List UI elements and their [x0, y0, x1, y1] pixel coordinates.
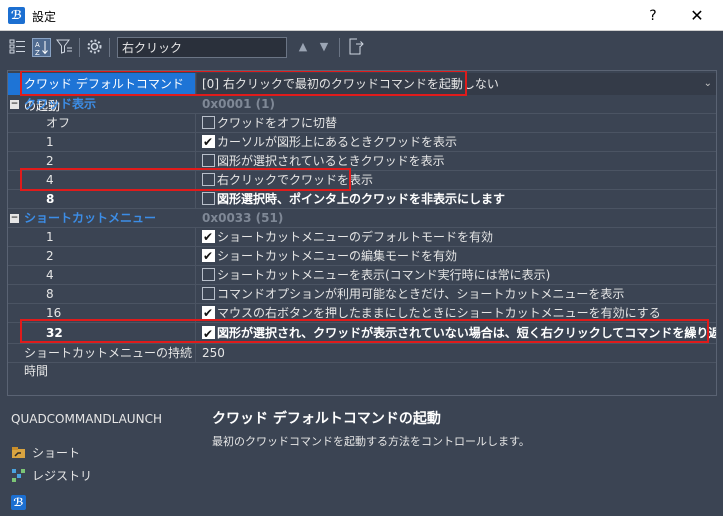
- property-value[interactable]: 250: [197, 344, 716, 362]
- category-label: クワッド表示: [24, 97, 97, 111]
- previous-result-icon[interactable]: ▲: [295, 39, 311, 55]
- option-label: マウスの右ボタンを押したままにしたときにショートカットメニューを有効にする: [217, 306, 661, 320]
- checkbox-checked[interactable]: [202, 228, 215, 246]
- variable-name: QUADCOMMANDLAUNCH: [11, 412, 162, 426]
- shortcut-option-row[interactable]: 32 図形が選択され、クワッドが表示されていない場合は、短く右クリックしてコマン…: [8, 323, 717, 344]
- checkbox-checked[interactable]: [202, 304, 215, 322]
- shortcut-option-row[interactable]: 1 ショートカットメニューのデフォルトモードを有効: [8, 228, 716, 247]
- category-value: 0x0033 (51): [202, 211, 284, 225]
- search-input[interactable]: [117, 37, 287, 58]
- shortcut-option-row[interactable]: 16 マウスの右ボタンを押したままにしたときにショートカットメニューを有効にする: [8, 304, 716, 323]
- next-result-icon[interactable]: ▼: [316, 39, 332, 55]
- checkbox[interactable]: [202, 154, 215, 167]
- shortcut-option-row[interactable]: 8 コマンドオプションが利用可能なときだけ、ショートカットメニューを表示: [8, 285, 716, 304]
- quad-option-row[interactable]: 4 右クリックでクワッドを表示: [8, 171, 716, 190]
- checkbox-checked[interactable]: [202, 133, 215, 151]
- app-link[interactable]: ℬ: [11, 490, 32, 510]
- registry-link[interactable]: レジストリ: [11, 467, 92, 485]
- option-label: ショートカットメニューを表示(コマンド実行時には常に表示): [217, 268, 551, 282]
- toolbar-separator: [339, 38, 340, 57]
- option-label: 図形が選択され、クワッドが表示されていない場合は、短く右クリックしてコマンドを繰…: [217, 326, 717, 340]
- property-name: クワッド デフォルトコマンドの起動: [8, 73, 196, 113]
- toolbar-separator: [109, 38, 110, 57]
- category-quad-display[interactable]: − クワッド表示 0x0001 (1): [8, 95, 716, 114]
- option-label: 右クリックでクワッドを表示: [217, 173, 374, 187]
- quad-option-row[interactable]: オフ クワッドをオフに切替: [8, 114, 716, 133]
- checkbox-checked[interactable]: [202, 247, 215, 265]
- alphabetical-sort-icon[interactable]: AZ: [32, 38, 51, 57]
- option-bit: 4: [8, 171, 196, 189]
- shortcut-link[interactable]: ショート: [11, 444, 80, 462]
- quad-option-row[interactable]: 8 図形選択時、ポインタ上のクワッドを非表示にします: [8, 190, 716, 209]
- property-grid: クワッド デフォルトコマンドの起動 [0] 右クリックで最初のクワッドコマンドを…: [7, 70, 717, 396]
- option-bit: 8: [8, 190, 196, 208]
- category-value: 0x0001 (1): [202, 97, 275, 111]
- option-label: コマンドオプションが利用可能なときだけ、ショートカットメニューを表示: [217, 287, 625, 301]
- category-shortcut-menu[interactable]: − ショートカットメニュー 0x0033 (51): [8, 209, 716, 228]
- property-value-dropdown[interactable]: [0] 右クリックで最初のクワッドコマンドを起動しない ⌄: [197, 73, 716, 95]
- registry-label: レジストリ: [32, 469, 93, 483]
- toolbar-separator: [79, 38, 80, 57]
- categorized-view-icon[interactable]: [8, 38, 27, 57]
- checkbox[interactable]: [202, 287, 215, 300]
- option-bit: 16: [8, 304, 196, 322]
- checkbox[interactable]: [202, 173, 215, 186]
- help-button[interactable]: ?: [640, 5, 666, 27]
- checkbox[interactable]: [202, 116, 215, 129]
- option-bit: 2: [8, 152, 196, 170]
- description-panel: QUADCOMMANDLAUNCH クワッド デフォルトコマンドの起動 最初のク…: [0, 396, 723, 516]
- shortcut-label: ショート: [32, 446, 81, 460]
- window-title: 設定: [32, 10, 57, 24]
- svg-text:A: A: [35, 41, 40, 49]
- title-bar: ℬ 設定 ? ✕: [0, 0, 723, 31]
- option-bit: 2: [8, 247, 196, 265]
- option-bit: 8: [8, 285, 196, 303]
- option-label: クワッドをオフに切替: [217, 116, 338, 130]
- shortcut-icon: [11, 445, 26, 460]
- filter-icon[interactable]: [55, 38, 74, 57]
- chevron-down-icon[interactable]: ⌄: [704, 73, 712, 95]
- shortcut-option-row[interactable]: 2 ショートカットメニューの編集モードを有効: [8, 247, 716, 266]
- app-logo-icon: ℬ: [8, 7, 25, 24]
- option-label: ショートカットメニューのデフォルトモードを有効: [217, 230, 494, 244]
- app-logo-icon: ℬ: [11, 495, 26, 510]
- description-title: クワッド デフォルトコマンドの起動: [212, 411, 441, 427]
- checkbox-checked[interactable]: [202, 324, 215, 344]
- dropdown-value: [0] 右クリックで最初のクワッドコマンドを起動しない: [202, 77, 499, 91]
- close-button[interactable]: ✕: [684, 5, 710, 27]
- option-bit: 1: [8, 133, 196, 151]
- option-bit: 4: [8, 266, 196, 284]
- quad-option-row[interactable]: 2 図形が選択されているときクワッドを表示: [8, 152, 716, 171]
- svg-text:Z: Z: [35, 49, 40, 56]
- option-label: ショートカットメニューの編集モードを有効: [217, 249, 458, 263]
- quad-default-command-row[interactable]: クワッド デフォルトコマンドの起動 [0] 右クリックで最初のクワッドコマンドを…: [8, 73, 716, 113]
- property-name: ショートカットメニューの持続時間: [8, 344, 196, 378]
- shortcut-duration-row[interactable]: ショートカットメニューの持続時間 250: [8, 344, 716, 378]
- category-label: ショートカットメニュー: [24, 211, 157, 225]
- registry-icon: [11, 468, 26, 483]
- description-text: 最初のクワッドコマンドを起動する方法をコントロールします。: [212, 435, 530, 448]
- option-label: 図形選択時、ポインタ上のクワッドを非表示にします: [217, 192, 506, 206]
- option-bit: オフ: [8, 114, 196, 132]
- checkbox[interactable]: [202, 192, 215, 205]
- option-label: 図形が選択されているときクワッドを表示: [217, 154, 445, 168]
- checkbox[interactable]: [202, 268, 215, 281]
- option-bit: 32: [8, 323, 196, 343]
- gear-icon[interactable]: [85, 38, 104, 57]
- toolbar: AZ ▲ ▼: [0, 31, 723, 64]
- quad-option-row[interactable]: 1 カーソルが図形上にあるときクワッドを表示: [8, 133, 716, 152]
- option-bit: 1: [8, 228, 196, 246]
- export-icon[interactable]: [346, 38, 365, 57]
- option-label: カーソルが図形上にあるときクワッドを表示: [217, 135, 458, 149]
- shortcut-option-row[interactable]: 4 ショートカットメニューを表示(コマンド実行時には常に表示): [8, 266, 716, 285]
